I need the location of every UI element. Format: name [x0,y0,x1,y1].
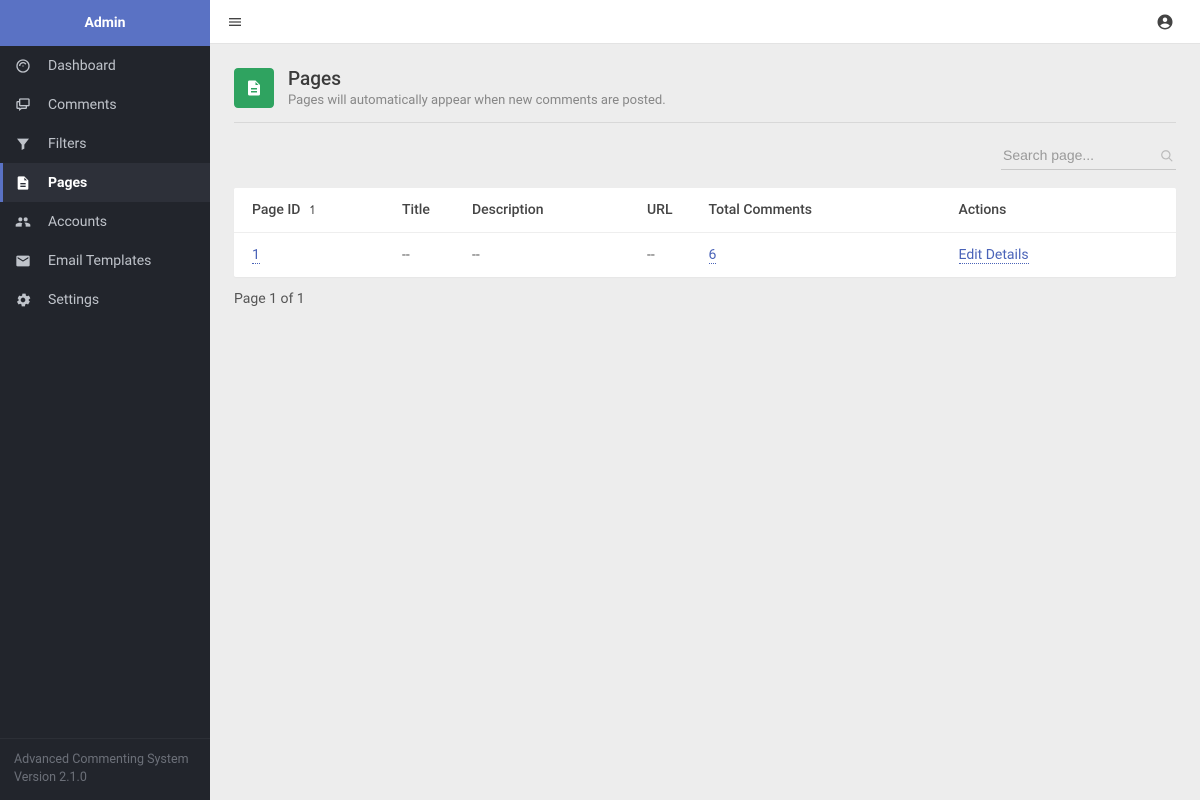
table-row: 1 -- -- -- 6 Edit Details [234,233,1176,278]
main: Pages Pages will automatically appear wh… [210,0,1200,800]
settings-icon [14,291,32,309]
search-wrap [1001,141,1176,170]
sidebar-item-settings[interactable]: Settings [0,280,210,319]
page-header-icon [234,68,274,108]
sidebar-item-label: Settings [48,292,99,308]
col-title[interactable]: Title [384,188,454,233]
cell-title: -- [384,233,454,278]
topbar [210,0,1200,44]
col-actions: Actions [941,188,1176,233]
sort-asc-icon: ↿ [308,203,318,217]
cell-url: -- [629,233,691,278]
edit-details-link[interactable]: Edit Details [959,247,1029,264]
footer-version: Version 2.1.0 [14,769,196,787]
cell-description: -- [454,233,629,278]
sidebar-item-label: Pages [48,175,87,191]
pages-table-card: Page ID ↿ Title Description URL Total Co… [234,188,1176,277]
filter-icon [14,135,32,153]
sidebar-nav: Dashboard Comments Filters Pages [0,46,210,738]
accounts-icon [14,213,32,231]
sidebar-item-accounts[interactable]: Accounts [0,202,210,241]
sidebar-item-pages[interactable]: Pages [0,163,210,202]
sidebar: Admin Dashboard Comments Filters [0,0,210,800]
pagination-text: Page 1 of 1 [234,291,1176,307]
sidebar-brand[interactable]: Admin [0,0,210,46]
pages-table: Page ID ↿ Title Description URL Total Co… [234,188,1176,277]
sidebar-item-label: Accounts [48,214,107,230]
search-row [234,141,1176,170]
cell-page-id[interactable]: 1 [252,247,260,264]
sidebar-item-label: Dashboard [48,58,116,74]
sidebar-item-comments[interactable]: Comments [0,85,210,124]
menu-toggle-icon[interactable] [224,11,246,33]
sidebar-item-email-templates[interactable]: Email Templates [0,241,210,280]
dashboard-icon [14,57,32,75]
envelope-icon [14,252,32,270]
page-title: Pages [288,68,666,91]
comments-icon [14,96,32,114]
col-page-id[interactable]: Page ID ↿ [234,188,384,233]
page-icon [14,174,32,192]
footer-product: Advanced Commenting System [14,751,196,769]
sidebar-item-dashboard[interactable]: Dashboard [0,46,210,85]
col-page-id-label: Page ID [252,202,300,218]
col-description[interactable]: Description [454,188,629,233]
col-url[interactable]: URL [629,188,691,233]
header-divider [234,122,1176,123]
sidebar-brand-label: Admin [85,15,126,31]
sidebar-item-label: Email Templates [48,253,151,269]
page-header-text: Pages Pages will automatically appear wh… [288,68,666,108]
page-subtitle: Pages will automatically appear when new… [288,93,666,108]
user-menu-icon[interactable] [1154,11,1176,33]
col-total-comments[interactable]: Total Comments [691,188,941,233]
sidebar-item-filters[interactable]: Filters [0,124,210,163]
sidebar-footer: Advanced Commenting System Version 2.1.0 [0,738,210,800]
search-input[interactable] [1001,141,1176,170]
cell-total-comments[interactable]: 6 [709,247,717,264]
content: Pages Pages will automatically appear wh… [210,44,1200,331]
sidebar-item-label: Comments [48,97,117,113]
page-header: Pages Pages will automatically appear wh… [234,68,1176,108]
sidebar-item-label: Filters [48,136,87,152]
